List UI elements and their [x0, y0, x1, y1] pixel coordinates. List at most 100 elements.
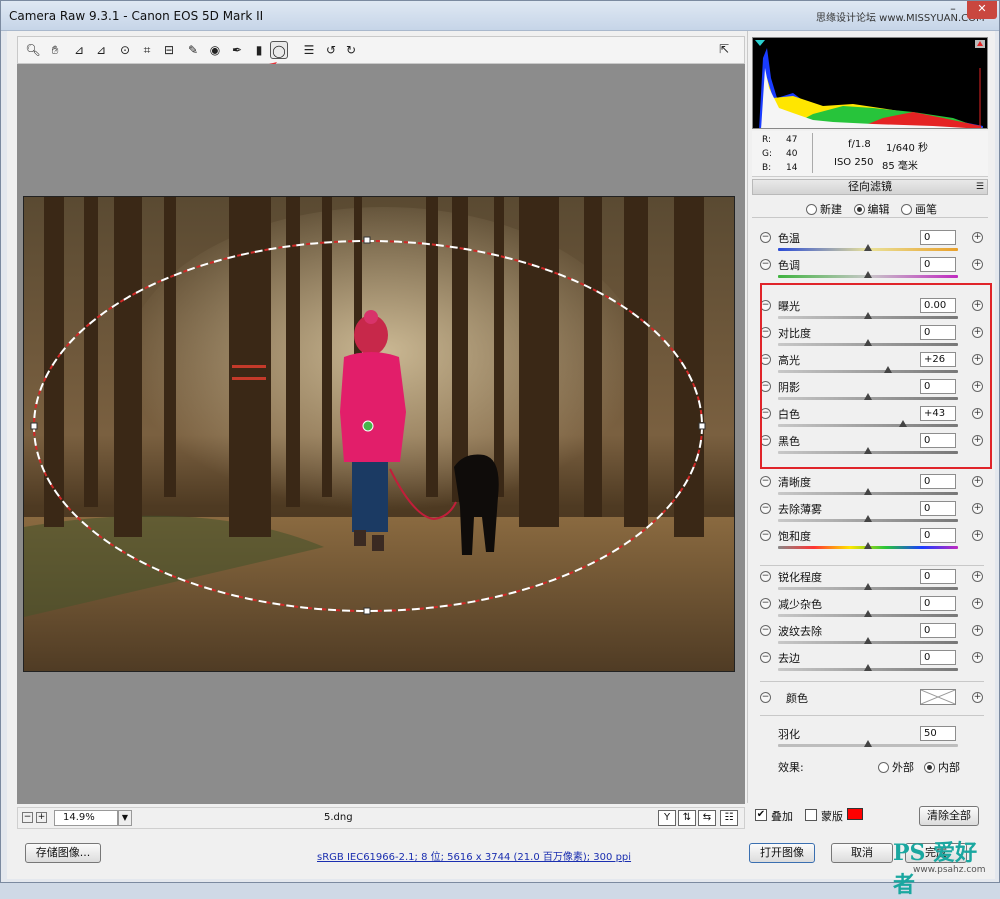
effect-outer-option[interactable]: 外部	[878, 759, 914, 775]
slider-label: 色温	[778, 232, 800, 245]
panel-title-text: 径向滤镜	[848, 180, 892, 193]
minus-icon[interactable]: −	[760, 571, 771, 582]
histogram-graph	[755, 40, 985, 128]
mask-checkbox[interactable]	[805, 809, 817, 821]
zoom-out-button[interactable]: −	[22, 812, 33, 823]
info-divider	[812, 133, 813, 173]
plus-icon[interactable]: +	[972, 503, 983, 514]
swap-settings-icon[interactable]: ⇅	[678, 810, 696, 826]
feather-thumb[interactable]	[864, 740, 872, 747]
slider-label: 饱和度	[778, 530, 811, 543]
slider-value[interactable]: 0	[920, 230, 956, 245]
slider-value[interactable]: 0	[920, 623, 956, 638]
slider-thumb[interactable]	[864, 610, 872, 617]
zoom-level-field[interactable]: 14.9%	[54, 810, 118, 826]
slider-thumb[interactable]	[864, 542, 872, 549]
mode-divider	[752, 217, 988, 218]
plus-icon[interactable]: +	[972, 652, 983, 663]
b-value: 14	[786, 163, 798, 173]
minus-icon[interactable]: −	[760, 232, 771, 243]
mode-new[interactable]: 新建	[806, 203, 842, 216]
slider-thumb[interactable]	[864, 244, 872, 251]
r-value: 47	[786, 135, 798, 145]
slider-label: 色调	[778, 259, 800, 272]
color-plus-icon[interactable]: +	[972, 692, 983, 703]
slider-row-10: − 饱和度 0 +	[756, 527, 988, 554]
psahz-url: www.psahz.com	[913, 865, 986, 875]
mode-group: 新建 编辑 画笔	[806, 201, 937, 217]
divider-2	[760, 681, 984, 682]
slider-value[interactable]: 0	[920, 501, 956, 516]
slider-value[interactable]: 0	[920, 528, 956, 543]
slider-row-13: − 波纹去除 0 +	[756, 622, 988, 649]
slider-value[interactable]: 0	[920, 257, 956, 272]
slider-value[interactable]: 0	[920, 569, 956, 584]
plus-icon[interactable]: +	[972, 598, 983, 609]
window-title: Camera Raw 9.3.1 - Canon EOS 5D Mark II	[9, 9, 264, 23]
plus-icon[interactable]: +	[972, 571, 983, 582]
plus-icon[interactable]: +	[972, 625, 983, 636]
title-bar[interactable]: Camera Raw 9.3.1 - Canon EOS 5D Mark II …	[1, 1, 999, 31]
plus-icon[interactable]: +	[972, 259, 983, 270]
mode-brush[interactable]: 画笔	[901, 203, 937, 216]
client-area: 🔍︎ ✋︎ ⊿ ⊿ ⊙ ⌗ ⊟ ✎ ◉ ✒ ▮ ◯ ☰ ↺ ↻ ⇱ − + 14…	[7, 31, 995, 898]
plus-icon[interactable]: +	[972, 476, 983, 487]
feather-label: 羽化	[778, 728, 800, 741]
slider-value[interactable]: 0	[920, 650, 956, 665]
slider-thumb[interactable]	[864, 271, 872, 278]
zoom-dropdown-icon[interactable]: ▼	[118, 810, 132, 826]
effect-label: 效果:	[778, 761, 804, 774]
photo-render	[24, 197, 734, 671]
slider-label: 清晰度	[778, 476, 811, 489]
color-minus-icon[interactable]: −	[760, 692, 771, 703]
zoom-in-button[interactable]: +	[36, 812, 47, 823]
aperture: f/1.8	[848, 139, 871, 150]
slider-thumb[interactable]	[864, 637, 872, 644]
minus-icon[interactable]: −	[760, 503, 771, 514]
minus-icon[interactable]: −	[760, 625, 771, 636]
copy-settings-icon[interactable]: ⇆	[698, 810, 716, 826]
overlay-checkbox[interactable]: ✔	[755, 809, 767, 821]
highlight-box	[760, 283, 992, 469]
effect-inner-option[interactable]: 内部	[924, 759, 960, 775]
divider-1	[760, 565, 984, 566]
slider-value[interactable]: 0	[920, 596, 956, 611]
slider-thumb[interactable]	[864, 664, 872, 671]
minus-icon[interactable]: −	[760, 530, 771, 541]
panel-menu-icon[interactable]: ☰	[976, 180, 984, 194]
image-canvas[interactable]	[17, 64, 745, 804]
close-button[interactable]: ✕	[967, 1, 997, 19]
plus-icon[interactable]: +	[972, 232, 983, 243]
g-label: G:	[762, 149, 773, 159]
minimize-button[interactable]: –	[941, 1, 965, 19]
shadow-clipping-icon[interactable]	[755, 40, 765, 46]
slider-thumb[interactable]	[864, 515, 872, 522]
workflow-options-link[interactable]: sRGB IEC61966-2.1; 8 位; 5616 x 3744 (21.…	[317, 848, 631, 863]
before-after-y-icon[interactable]: Y	[658, 810, 676, 826]
b-label: B:	[762, 163, 772, 173]
mask-color-swatch[interactable]	[847, 808, 863, 820]
status-bar: − + 14.9% ▼ 5.dng Y ⇅ ⇆ ☷	[17, 807, 745, 829]
forest-photo[interactable]	[23, 196, 735, 672]
shutter-speed: 1/640 秒	[886, 143, 928, 154]
feather-value[interactable]: 50	[920, 726, 956, 741]
mask-label: 蒙版	[821, 810, 843, 823]
feather-row: 羽化 50	[756, 725, 988, 752]
toggle-settings-icon[interactable]: ☷	[720, 810, 738, 826]
slider-label: 去边	[778, 652, 800, 665]
minus-icon[interactable]: −	[760, 598, 771, 609]
slider-thumb[interactable]	[864, 583, 872, 590]
slider-value[interactable]: 0	[920, 474, 956, 489]
save-image-button[interactable]: 存储图像...	[25, 843, 101, 863]
minus-icon[interactable]: −	[760, 476, 771, 487]
mode-edit[interactable]: 编辑	[853, 203, 890, 216]
cancel-button[interactable]: 取消	[831, 843, 893, 863]
minus-icon[interactable]: −	[760, 652, 771, 663]
color-label: 颜色	[786, 692, 808, 705]
open-image-button[interactable]: 打开图像	[749, 843, 815, 863]
color-swatch[interactable]	[920, 689, 956, 705]
minus-icon[interactable]: −	[760, 259, 771, 270]
clear-all-button[interactable]: 清除全部	[919, 806, 979, 826]
plus-icon[interactable]: +	[972, 530, 983, 541]
slider-thumb[interactable]	[864, 488, 872, 495]
